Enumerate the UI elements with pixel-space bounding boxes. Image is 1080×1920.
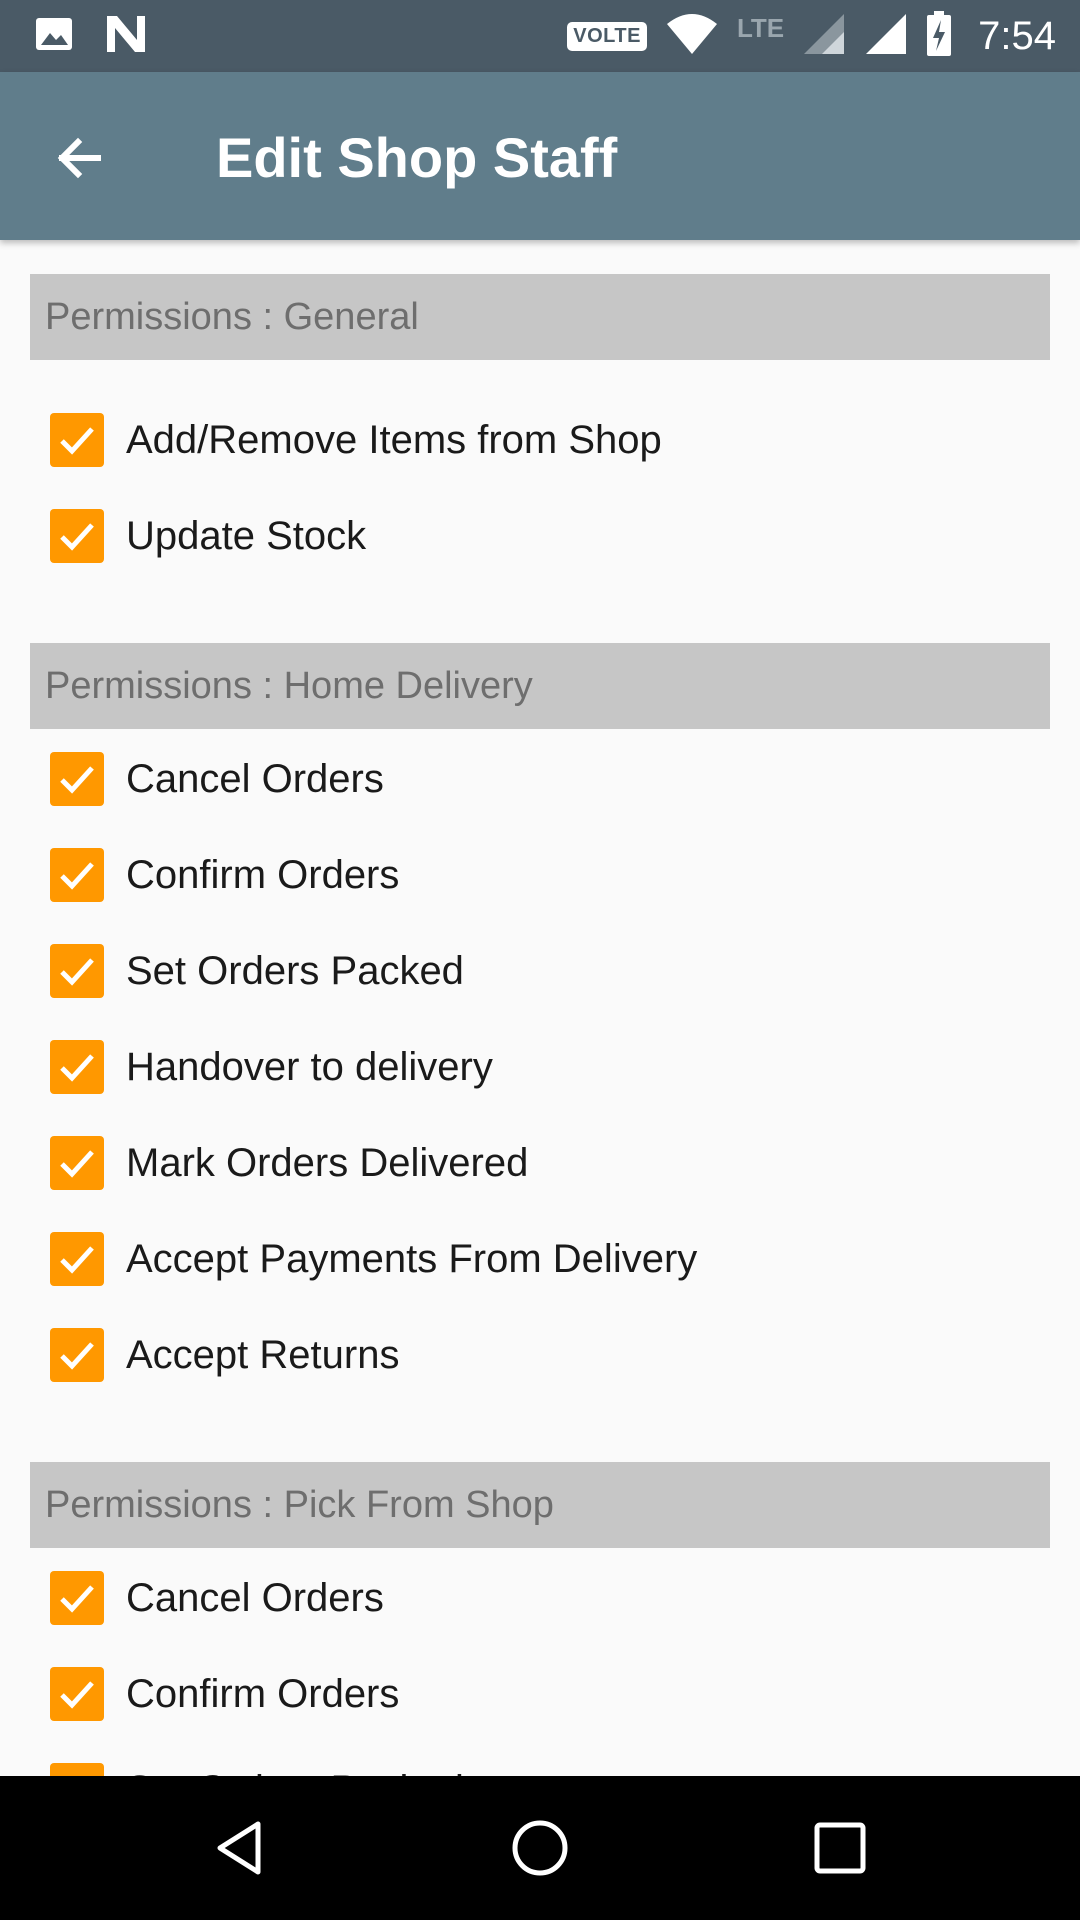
- check-icon: [60, 523, 94, 551]
- check-icon: [60, 1585, 94, 1613]
- check-icon: [60, 766, 94, 794]
- checkbox-label: Set Orders Packed: [126, 948, 464, 993]
- lte-signal-icon: LTE: [736, 12, 785, 43]
- checkbox-pfs-cancel-orders[interactable]: Cancel Orders: [50, 1568, 384, 1628]
- checkbox[interactable]: [50, 413, 104, 467]
- checkbox-hd-handover-delivery[interactable]: Handover to delivery: [50, 1037, 493, 1097]
- app-bar: Edit Shop Staff: [0, 72, 1080, 240]
- checkbox-label: Add/Remove Items from Shop: [126, 417, 662, 462]
- check-icon: [60, 862, 94, 890]
- checkbox-hd-accept-payments[interactable]: Accept Payments From Delivery: [50, 1229, 697, 1289]
- permissions-list[interactable]: Permissions : General Add/Remove Items f…: [0, 240, 1080, 1776]
- checkbox[interactable]: [50, 1232, 104, 1286]
- check-icon: [60, 1342, 94, 1370]
- nav-back-button[interactable]: [204, 1812, 276, 1884]
- wifi-icon: [665, 12, 719, 61]
- checkbox[interactable]: [50, 944, 104, 998]
- checkbox-hd-confirm-orders[interactable]: Confirm Orders: [50, 845, 399, 905]
- checkbox-label: Handover to delivery: [126, 1044, 493, 1089]
- nav-recents-button[interactable]: [804, 1812, 876, 1884]
- check-icon: [60, 427, 94, 455]
- checkbox-hd-set-orders-packed[interactable]: Set Orders Packed: [50, 941, 464, 1001]
- check-icon: [60, 1681, 94, 1709]
- check-icon: [55, 1768, 99, 1776]
- checkbox-add-remove-items[interactable]: Add/Remove Items from Shop: [50, 410, 662, 470]
- back-button[interactable]: [48, 122, 120, 194]
- checkbox-hd-accept-returns[interactable]: Accept Returns: [50, 1325, 399, 1385]
- checkbox[interactable]: [50, 1136, 104, 1190]
- nav-recents-icon: [814, 1822, 866, 1874]
- section-header-pick-from-shop: Permissions : Pick From Shop: [30, 1462, 1050, 1548]
- checkbox-label: Confirm Orders: [126, 852, 400, 897]
- check-icon: [60, 1246, 94, 1274]
- checkbox-label: Confirm Orders: [126, 1671, 400, 1716]
- checkbox[interactable]: [50, 1571, 104, 1625]
- nav-home-button[interactable]: [504, 1812, 576, 1884]
- section-header-home-delivery: Permissions : Home Delivery: [30, 643, 1050, 729]
- checkbox-label: Cancel Orders: [126, 1575, 384, 1620]
- checkbox-label: Set Orders Packed: [126, 1768, 464, 1777]
- image-icon: [34, 14, 74, 59]
- checkbox-label: Mark Orders Delivered: [126, 1140, 529, 1185]
- checkbox[interactable]: [50, 1667, 104, 1721]
- checkbox[interactable]: [50, 1763, 104, 1776]
- checkbox[interactable]: [50, 752, 104, 806]
- status-bar: VOLTE LTE 7:54: [0, 0, 1080, 72]
- page-title: Edit Shop Staff: [216, 126, 618, 189]
- checkbox-label: Cancel Orders: [126, 756, 384, 801]
- lte-signal-bars: [802, 12, 846, 61]
- n-notification-icon: [104, 14, 148, 59]
- check-icon: [60, 1054, 94, 1082]
- checkbox-label: Accept Payments From Delivery: [126, 1236, 698, 1281]
- section-header-general: Permissions : General: [30, 274, 1050, 360]
- arrow-back-icon: [57, 137, 101, 179]
- checkbox[interactable]: [50, 1328, 104, 1382]
- nav-back-icon: [217, 1821, 261, 1875]
- check-icon: [60, 1150, 94, 1178]
- checkbox-hd-cancel-orders[interactable]: Cancel Orders: [50, 749, 384, 809]
- check-icon: [60, 958, 94, 986]
- checkbox-pfs-confirm-orders[interactable]: Confirm Orders: [50, 1664, 399, 1724]
- checkbox-update-stock[interactable]: Update Stock: [50, 506, 366, 566]
- clock: 7:54: [978, 13, 1056, 58]
- checkbox[interactable]: [50, 848, 104, 902]
- navigation-bar: [0, 1776, 1080, 1920]
- volte-icon: VOLTE: [567, 21, 647, 51]
- signal-icon: [864, 12, 908, 61]
- checkbox-pfs-set-orders-packed[interactable]: Set Orders Packed: [50, 1760, 464, 1776]
- checkbox-label: Accept Returns: [126, 1332, 400, 1377]
- nav-home-icon: [512, 1820, 568, 1876]
- checkbox-hd-mark-delivered[interactable]: Mark Orders Delivered: [50, 1133, 528, 1193]
- checkbox[interactable]: [50, 509, 104, 563]
- checkbox[interactable]: [50, 1040, 104, 1094]
- checkbox-label: Update Stock: [126, 513, 367, 558]
- battery-charging-icon: [926, 10, 952, 62]
